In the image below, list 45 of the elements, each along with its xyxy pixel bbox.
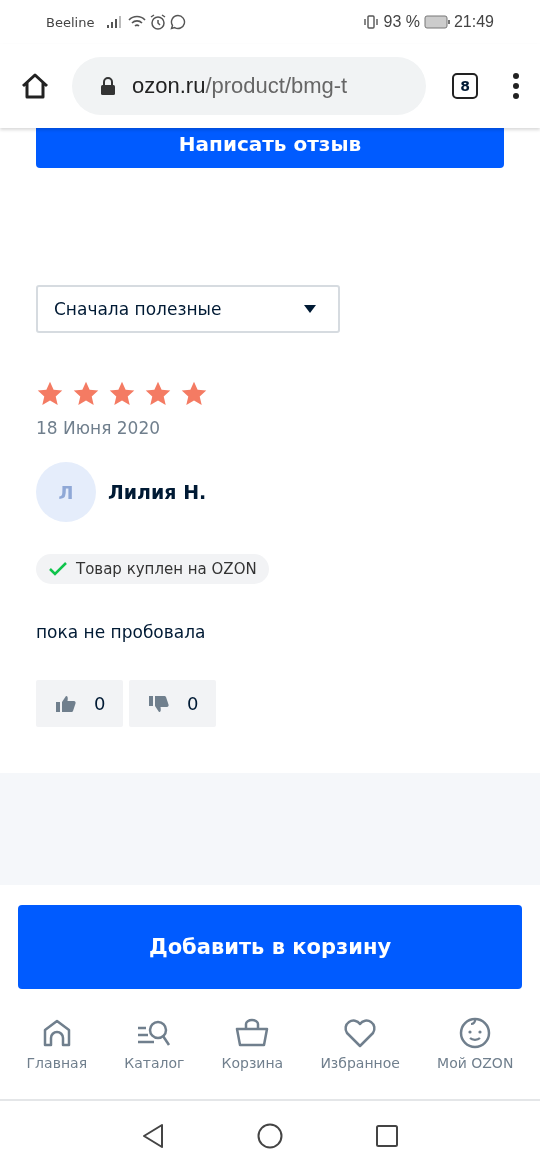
- battery-icon: [423, 15, 450, 29]
- star-icon: [180, 380, 208, 408]
- check-icon: [48, 561, 68, 577]
- menu-icon[interactable]: [512, 72, 520, 100]
- add-to-cart-button[interactable]: Добавить в корзину: [18, 905, 522, 989]
- nav-item[interactable]: Корзина: [221, 1017, 284, 1099]
- chat-icon: [170, 14, 187, 30]
- url-text: ozon.ru/product/bmg-t: [132, 73, 348, 99]
- wifi-icon: [128, 15, 147, 29]
- address-bar[interactable]: ozon.ru/product/bmg-t: [72, 57, 426, 115]
- recents-icon[interactable]: [375, 1123, 399, 1148]
- nav-item[interactable]: Главная: [26, 1017, 88, 1099]
- avatar: Л: [36, 462, 96, 522]
- thumbs-down-icon: [149, 694, 169, 713]
- alarm-icon: [150, 14, 167, 30]
- nav-item[interactable]: Мой OZON: [437, 1017, 514, 1099]
- star-icon: [108, 380, 136, 408]
- smiley-icon: [459, 1017, 492, 1049]
- author-name: Лилия Н.: [108, 481, 207, 503]
- heart-icon: [343, 1017, 378, 1049]
- home-circle-icon[interactable]: [257, 1122, 283, 1149]
- home-icon: [41, 1017, 72, 1049]
- carrier-name: Beeline: [46, 14, 95, 30]
- star-icon: [72, 380, 100, 408]
- like-button[interactable]: 0: [36, 680, 123, 727]
- review-text: пока не пробовала: [36, 622, 206, 642]
- write-review-button[interactable]: Написать отзыв: [36, 128, 504, 168]
- back-icon[interactable]: [141, 1122, 165, 1149]
- star-icon: [36, 380, 64, 408]
- nav-item[interactable]: Избранное: [320, 1017, 400, 1099]
- caret-icon: [304, 305, 316, 313]
- thumbs-up-icon: [56, 694, 76, 713]
- review-date: 18 Июня 2020: [36, 418, 161, 438]
- lock-icon: [100, 76, 116, 96]
- home-icon[interactable]: [20, 71, 50, 101]
- dislike-button[interactable]: 0: [129, 680, 216, 727]
- battery-percent: 93 %: [383, 13, 420, 31]
- sort-dropdown[interactable]: Сначала полезные: [36, 285, 340, 333]
- clock: 21:49: [453, 13, 494, 31]
- vibrate-icon: [363, 14, 380, 30]
- star-icon: [144, 380, 172, 408]
- purchase-badge: Товар куплен на OZON: [36, 554, 269, 584]
- basket-icon: [235, 1017, 270, 1049]
- tab-count-button[interactable]: 8: [452, 73, 478, 99]
- nav-item[interactable]: Каталог: [124, 1017, 185, 1099]
